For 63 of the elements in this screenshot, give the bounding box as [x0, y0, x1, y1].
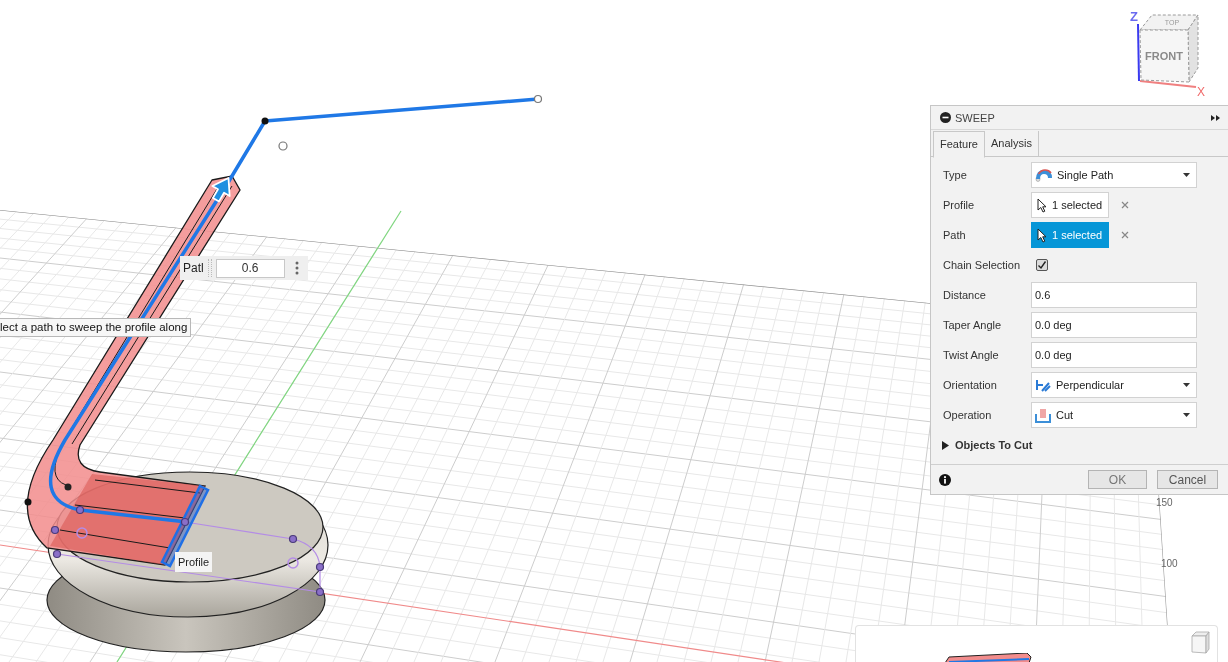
sketch-point: [75, 505, 85, 515]
sketch-point: [76, 527, 88, 539]
pointer-icon: [1037, 227, 1047, 243]
selection-button[interactable]: 1 selected: [1031, 192, 1109, 218]
angled-lines-icon: [1035, 378, 1051, 392]
field-label: Taper Angle: [943, 319, 1003, 331]
path-point: [24, 498, 32, 506]
distance-input[interactable]: 0.6: [215, 258, 285, 278]
profile-tag: Profile: [175, 552, 213, 572]
more-options-icon[interactable]: [294, 261, 299, 275]
select-dropdown[interactable]: Perpendicular: [1031, 372, 1197, 398]
path-point: [64, 483, 72, 491]
field-label: Chain Selection: [943, 259, 1022, 271]
sketch-point: [52, 549, 62, 559]
field-label: Profile: [943, 199, 976, 211]
text-input[interactable]: 0.0 deg: [1031, 342, 1197, 368]
caret-icon: [1183, 173, 1190, 177]
double-arrow-icon[interactable]: [1211, 114, 1220, 121]
caret-icon: [1183, 383, 1190, 387]
direction-arrow[interactable]: [211, 177, 231, 203]
caret-icon: [1183, 413, 1190, 417]
field-label: Twist Angle: [943, 349, 1000, 361]
chain-selection-checkbox[interactable]: [1036, 259, 1048, 271]
field-label: Distance: [943, 289, 987, 301]
section-header[interactable]: Objects To Cut: [931, 430, 1228, 460]
cancel-button[interactable]: Cancel: [1157, 470, 1218, 489]
select-dropdown[interactable]: Cut: [1031, 402, 1197, 428]
clear-icon[interactable]: [1121, 231, 1129, 239]
sketch-point: [288, 534, 298, 544]
field-label: Operation: [943, 409, 993, 421]
pointer-icon: [1037, 197, 1047, 213]
ok-button[interactable]: OK: [1088, 470, 1147, 489]
field-label: Orientation: [943, 379, 998, 391]
info-icon[interactable]: [939, 473, 951, 486]
axis-tick-label: 100: [1161, 558, 1178, 569]
manipulator-label: Patl: [183, 261, 204, 275]
tooltip: lect a path to sweep the profile along: [0, 318, 192, 337]
sketch-point: [50, 525, 60, 535]
disclosure-triangle-icon[interactable]: [942, 440, 949, 450]
sketch-point: [315, 562, 325, 572]
clear-icon[interactable]: [1121, 201, 1129, 209]
select-dropdown[interactable]: Single Path: [1031, 162, 1197, 188]
path-point: [278, 141, 288, 151]
path-endpoint: [533, 94, 543, 104]
text-input[interactable]: 0.0 deg: [1031, 312, 1197, 338]
dialog-title: SWEEP: [955, 111, 996, 124]
block-in-tray-icon: [1035, 407, 1051, 423]
sketch-point: [180, 517, 190, 527]
sketch-point: [287, 557, 299, 569]
tab[interactable]: Analysis: [984, 131, 1039, 156]
x-axis-label: X: [1197, 85, 1205, 98]
curved-tube-icon: [1035, 168, 1052, 182]
view-cube[interactable]: [1137, 14, 1199, 88]
cube-face-label: FRONT: [1145, 50, 1183, 62]
collapse-icon[interactable]: [940, 112, 951, 123]
text-input[interactable]: 0.6: [1031, 282, 1197, 308]
z-axis-label: Z: [1130, 9, 1138, 24]
tab[interactable]: Feature: [933, 131, 985, 158]
axis-tick-label: 150: [1156, 497, 1173, 508]
field-label: Type: [943, 169, 968, 181]
path-point: [261, 117, 269, 125]
field-label: Path: [943, 229, 967, 241]
sketch-point: [315, 587, 325, 597]
